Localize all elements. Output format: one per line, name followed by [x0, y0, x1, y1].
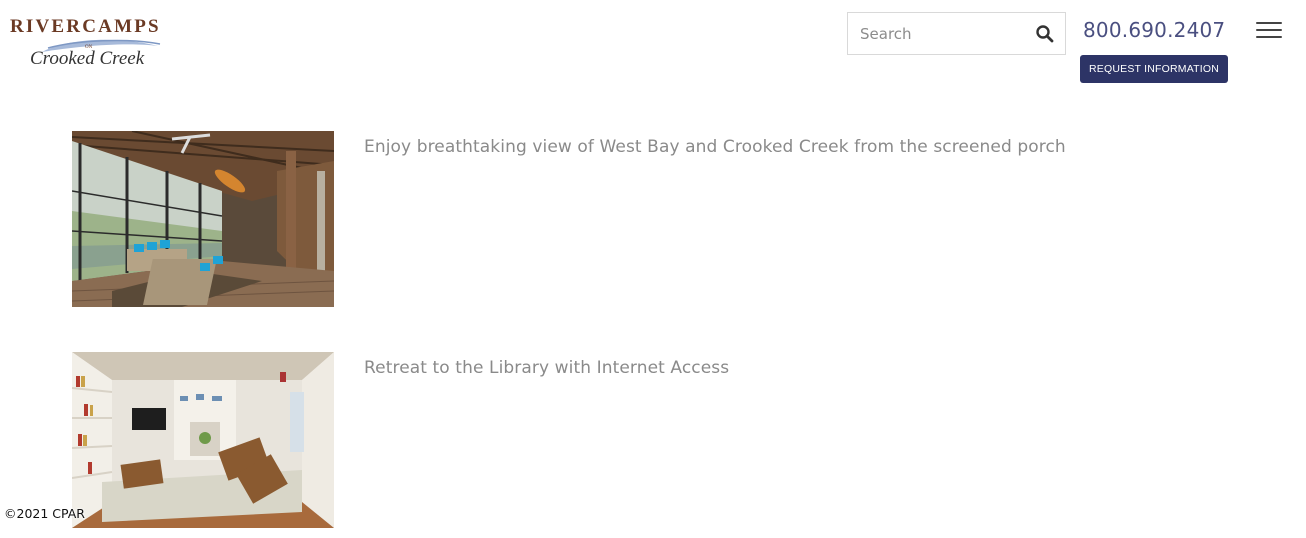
phone-link[interactable]: 800.690.2407: [1083, 18, 1233, 42]
library-photo: [72, 352, 334, 528]
copyright-notice: ©2021 CPAR: [4, 506, 85, 521]
porch-photo: [72, 131, 334, 307]
logo-line1: RIVERCAMPS: [10, 16, 161, 37]
site-logo[interactable]: RIVERCAMPS ON Crooked Creek: [8, 8, 168, 72]
logo-line3: Crooked Creek: [30, 48, 145, 69]
library-caption: Retreat to the Library with Internet Acc…: [364, 358, 730, 378]
porch-caption: Enjoy breathtaking view of West Bay and …: [364, 137, 1066, 157]
logo-graphic: RIVERCAMPS ON Crooked Creek: [10, 16, 161, 69]
search-box: [847, 12, 1066, 55]
search-icon[interactable]: [1035, 24, 1055, 44]
hamburger-menu-icon[interactable]: [1256, 22, 1282, 42]
search-input[interactable]: [860, 13, 1025, 54]
request-information-button[interactable]: REQUEST INFORMATION: [1080, 55, 1228, 83]
